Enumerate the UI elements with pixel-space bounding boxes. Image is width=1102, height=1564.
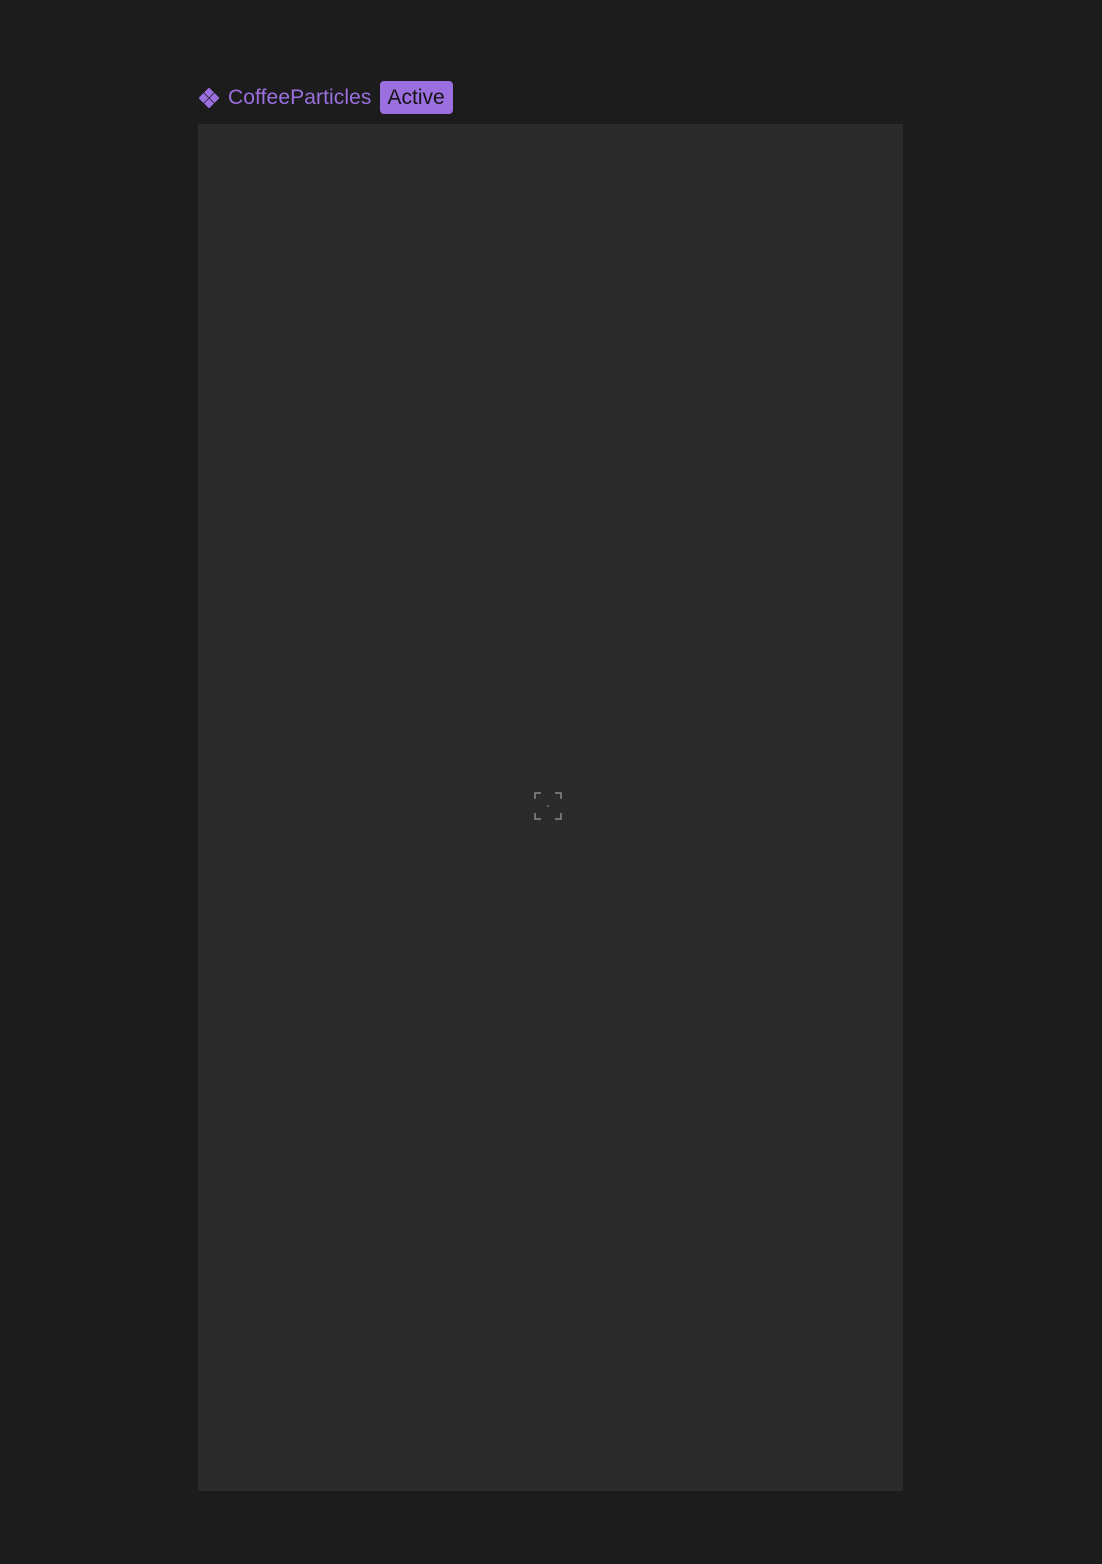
status-badge: Active <box>379 81 453 114</box>
preview-canvas[interactable] <box>198 124 903 1491</box>
app-root: CoffeeParticles Active <box>0 0 1102 1564</box>
component-diamond-icon <box>198 87 220 109</box>
focus-frame-icon <box>534 792 562 820</box>
component-name[interactable]: CoffeeParticles <box>228 81 372 114</box>
component-header: CoffeeParticles Active <box>198 81 453 114</box>
